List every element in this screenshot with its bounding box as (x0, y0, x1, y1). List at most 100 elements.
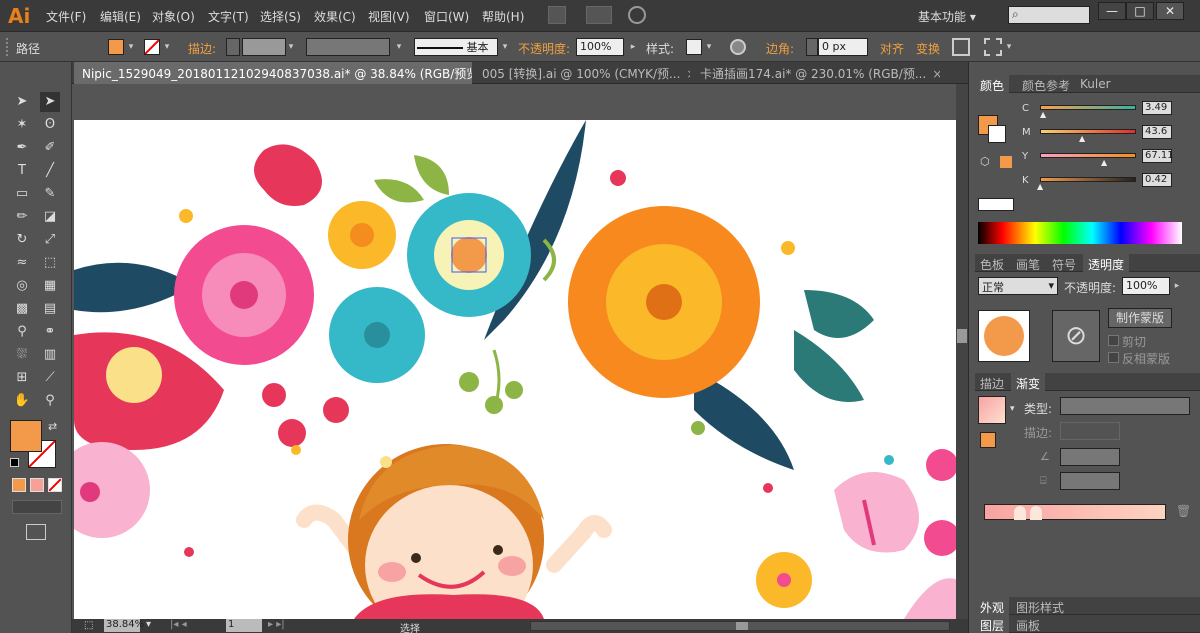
make-mask-button[interactable]: 制作蒙版 (1108, 308, 1172, 328)
next-artboard-icon[interactable]: ▸ ▸| (268, 619, 285, 630)
direct-selection-tool-icon[interactable]: ➤ (40, 92, 60, 112)
chevron-down-icon[interactable]: ▾ (162, 40, 172, 54)
chevron-down-icon[interactable]: ▸ (1172, 279, 1182, 293)
tab-transparency[interactable]: 透明度 (1083, 254, 1130, 275)
transparency-opacity-input[interactable]: 100% (1122, 277, 1170, 295)
none-mode-icon[interactable] (48, 478, 62, 492)
blend-mode-select[interactable]: 正常 ▾ (978, 277, 1058, 295)
out-of-gamut-icon[interactable]: ⬡ (980, 155, 990, 168)
opacity-label[interactable]: 不透明度: (518, 40, 570, 57)
tab-kuler[interactable]: Kuler (1075, 75, 1116, 93)
channel-value-k[interactable]: 0.42 (1142, 173, 1172, 187)
corner-label[interactable]: 边角: (766, 40, 794, 57)
menu-object[interactable]: 对象(O) (152, 8, 195, 25)
screen-mode-icon[interactable] (26, 524, 46, 540)
close-icon[interactable]: × (932, 67, 940, 81)
gradient-preview[interactable] (978, 396, 1006, 424)
chevron-down-icon[interactable]: ▾ (1004, 40, 1014, 54)
color-mode-icon[interactable] (12, 478, 26, 492)
tab-color[interactable]: 颜色 (975, 75, 1010, 96)
scroll-thumb[interactable] (736, 622, 748, 630)
chevron-down-icon[interactable]: ▾ (1010, 404, 1015, 414)
select-similar-icon[interactable] (984, 38, 1002, 56)
warp-tool-icon[interactable]: ≈ (12, 253, 32, 273)
web-safe-swatch[interactable] (1000, 156, 1012, 168)
channel-value-y[interactable]: 67.11 (1142, 149, 1174, 163)
stroke-stepper[interactable] (226, 38, 240, 56)
scroll-thumb[interactable] (957, 329, 967, 343)
clip-checkbox[interactable] (1108, 335, 1119, 346)
fill-color-box[interactable] (10, 420, 42, 452)
menu-window[interactable]: 窗口(W) (424, 8, 469, 25)
tab-document-2[interactable]: 005 [转换].ai @ 100% (CMYK/预... × (474, 62, 690, 84)
gradient-fill-swatch[interactable] (980, 432, 996, 448)
menu-effect[interactable]: 效果(C) (314, 8, 356, 25)
chevron-down-icon[interactable]: ▾ (394, 40, 404, 54)
minimize-button[interactable]: — (1098, 2, 1126, 20)
line-tool-icon[interactable]: ╱ (40, 161, 60, 181)
corner-stepper[interactable] (806, 38, 818, 56)
gradient-tool-icon[interactable]: ▤ (40, 299, 60, 319)
close-button[interactable]: ✕ (1156, 2, 1184, 20)
tab-color-guide[interactable]: 颜色参考 (1017, 75, 1075, 96)
arrange-documents-icon[interactable] (586, 6, 612, 24)
menu-help[interactable]: 帮助(H) (482, 8, 524, 25)
artboard-number-input[interactable]: 1 (226, 619, 262, 632)
gradient-type-select[interactable] (1060, 397, 1190, 415)
eraser-tool-icon[interactable]: ◪ (40, 207, 60, 227)
panel-stroke-swatch[interactable] (988, 125, 1006, 143)
delete-stop-icon[interactable]: 🗑 (1176, 504, 1191, 518)
mesh-tool-icon[interactable]: ▩ (12, 299, 32, 319)
gradient-stop[interactable] (1030, 506, 1042, 520)
blend-tool-icon[interactable]: ⚭ (40, 322, 60, 342)
tab-document-3[interactable]: 卡通插画174.ai* @ 230.01% (RGB/预... × (692, 62, 940, 84)
transform-link[interactable]: 变换 (916, 40, 940, 57)
rectangle-tool-icon[interactable]: ▭ (12, 184, 32, 204)
tab-stroke[interactable]: 描边 (975, 373, 1009, 394)
color-spectrum[interactable] (978, 222, 1182, 244)
chevron-down-icon[interactable]: ▾ (146, 619, 151, 630)
eyedropper-tool-icon[interactable]: ⚲ (12, 322, 32, 342)
workspace-switcher[interactable]: 基本功能 ▾ (918, 5, 998, 27)
swap-fill-stroke-icon[interactable]: ⇄ (48, 420, 57, 433)
chevron-down-icon[interactable]: ▾ (704, 40, 714, 54)
gradient-midpoint-stop[interactable] (1014, 506, 1026, 520)
shape-builder-tool-icon[interactable]: ◎ (12, 276, 32, 296)
tab-brushes[interactable]: 画笔 (1011, 254, 1045, 275)
paintbrush-tool-icon[interactable]: ✎ (40, 184, 60, 204)
bridge-icon[interactable] (548, 6, 566, 24)
vertical-scrollbar[interactable] (956, 84, 968, 619)
default-colors-icon[interactable] (10, 458, 19, 467)
lasso-tool-icon[interactable]: ʘ (40, 115, 60, 135)
type-tool-icon[interactable]: T (12, 161, 32, 181)
corner-radius-input[interactable]: 0 px (818, 38, 868, 56)
menu-edit[interactable]: 编辑(E) (100, 8, 141, 25)
curvature-tool-icon[interactable]: ✐ (40, 138, 60, 158)
pencil-tool-icon[interactable]: ✏ (12, 207, 32, 227)
artboard-tool-icon[interactable]: ⊞ (12, 368, 32, 388)
tab-gradient[interactable]: 渐变 (1011, 373, 1046, 394)
gpu-performance-icon[interactable] (628, 6, 646, 24)
channel-slider-c[interactable] (1040, 105, 1136, 110)
chevron-down-icon[interactable]: ▾ (126, 40, 136, 54)
artboard[interactable] (74, 120, 958, 619)
zoom-level-input[interactable]: 38.84% (104, 619, 144, 632)
tab-artboards[interactable]: 画板 (1011, 615, 1045, 633)
gradient-mode-icon[interactable] (30, 478, 44, 492)
isolate-object-icon[interactable] (952, 38, 970, 56)
tab-symbols[interactable]: 符号 (1047, 254, 1081, 275)
draw-mode-icons[interactable] (12, 500, 62, 514)
pen-tool-icon[interactable]: ✒ (12, 138, 32, 158)
fill-swatch[interactable] (108, 39, 124, 55)
tab-layers[interactable]: 图层 (975, 615, 1010, 633)
menu-select[interactable]: 选择(S) (260, 8, 301, 25)
gradient-slider[interactable] (984, 504, 1166, 520)
opacity-input[interactable]: 100% (576, 38, 624, 56)
slider-thumb[interactable]: ▲ (1079, 134, 1085, 143)
none-white-black-swatches[interactable] (978, 198, 1014, 211)
brush-definition[interactable]: 基本 (414, 38, 498, 56)
gradient-angle-input[interactable] (1060, 448, 1120, 466)
slider-thumb[interactable]: ▲ (1101, 158, 1107, 167)
menu-file[interactable]: 文件(F) (46, 8, 86, 25)
tab-document-1[interactable]: Nipic_1529049_20180112102940837038.ai* @… (74, 62, 472, 84)
